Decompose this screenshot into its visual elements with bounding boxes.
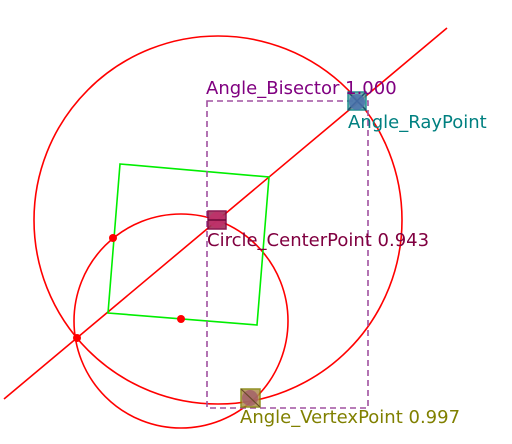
angle-vertex-point-marker <box>240 388 261 408</box>
angle-bisector-bbox <box>206 100 369 409</box>
angle-vertex-point-label: Angle_VertexPoint 0.997 <box>240 407 460 428</box>
midpoint <box>109 234 117 242</box>
angle-ray-point-label: Angle_RayPoint <box>348 112 487 133</box>
circle-center-point-label: Circle_CenterPoint 0.943 <box>207 230 429 251</box>
angle-bisector-label: Angle_Bisector 1.000 <box>206 78 397 99</box>
circle-center-point-marker <box>207 210 227 230</box>
intersection-point <box>73 334 81 342</box>
small-point <box>177 315 185 323</box>
geometry-canvas: Angle_Bisector 1.000 Angle_RayPoint Circ… <box>3 27 487 429</box>
